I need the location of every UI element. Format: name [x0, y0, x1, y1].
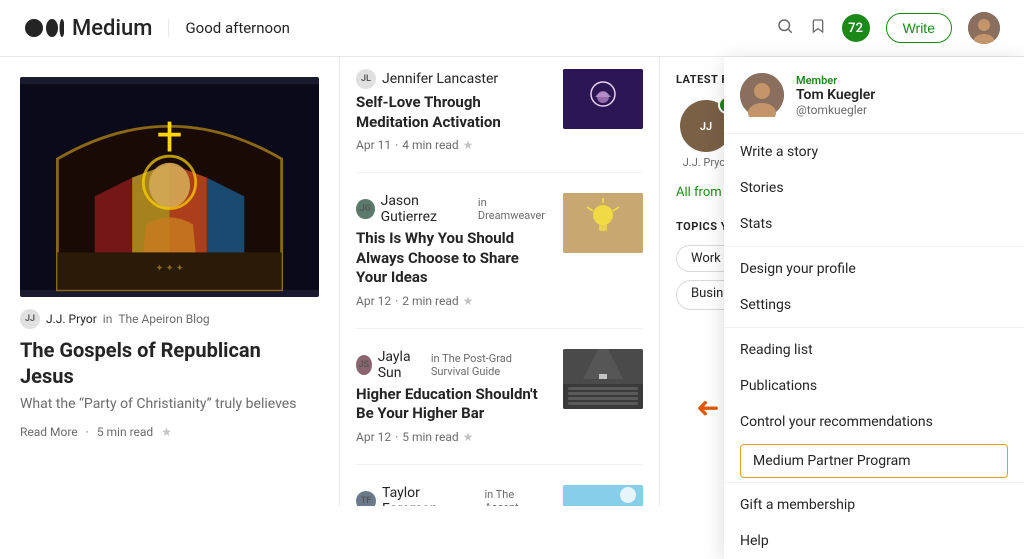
- article-date: Apr 12: [356, 430, 391, 444]
- article-item: TF Taylor Foreman in The Ascent You Don'…: [356, 485, 643, 507]
- articles-list: JL Jennifer Lancaster Self-Love Through …: [340, 57, 660, 506]
- bookmark-icon[interactable]: [810, 17, 826, 40]
- featured-read-time: 5 min read: [97, 425, 153, 439]
- featured-author-avatar: JJ: [20, 309, 40, 329]
- menu-item-medium-partner-program[interactable]: Medium Partner Program: [740, 444, 1008, 478]
- article-item: JG Jason Gutierrez in Dreamweaver This I…: [356, 193, 643, 329]
- article-thumbnail: [563, 485, 643, 507]
- header-right: 72 Write: [776, 12, 1000, 44]
- article-meta: Apr 12 · 5 min read ★: [356, 430, 551, 444]
- search-icon[interactable]: [776, 17, 794, 40]
- featured-meta: Read More · 5 min read ★: [20, 425, 319, 439]
- dropdown-avatar: [740, 73, 784, 117]
- dropdown-user-info: Member Tom Kuegler @tomkuegler: [796, 74, 875, 117]
- menu-item-reading-list[interactable]: Reading list: [724, 332, 1024, 368]
- article-thumbnail: [563, 193, 643, 253]
- write-button[interactable]: Write: [886, 13, 952, 43]
- menu-item-settings[interactable]: Settings: [724, 287, 1024, 323]
- menu-item-gift-membership[interactable]: Gift a membership: [724, 487, 1024, 523]
- header: Medium Good afternoon 72 Write: [0, 0, 1024, 57]
- menu-item-control-recommendations[interactable]: Control your recommendations: [724, 404, 1024, 440]
- dropdown-user-handle: @tomkuegler: [796, 103, 875, 117]
- menu-item-publications[interactable]: Publications: [724, 368, 1024, 404]
- medium-logo-icon: [24, 16, 64, 40]
- article-read-time: 2 min read: [402, 294, 458, 308]
- article-author[interactable]: Jennifer Lancaster: [382, 71, 498, 87]
- dropdown-user-name: Tom Kuegler: [796, 87, 875, 103]
- article-bookmark[interactable]: ★: [463, 430, 474, 444]
- article-author[interactable]: Jayla Sun: [378, 349, 425, 381]
- header-left: Medium Good afternoon: [24, 16, 290, 41]
- featured-author-pub: in: [103, 312, 113, 326]
- article-title[interactable]: This Is Why You Should Always Choose to …: [356, 229, 551, 288]
- article-author-avatar: JL: [356, 69, 376, 89]
- article-author-avatar: JG: [356, 199, 375, 219]
- article-info: JS Jayla Sun in The Post-Grad Survival G…: [356, 349, 551, 444]
- article-author[interactable]: Jason Gutierrez: [381, 193, 472, 225]
- article-bookmark[interactable]: ★: [463, 138, 474, 152]
- featured-author-name[interactable]: J.J. Pryor: [46, 312, 97, 326]
- dropdown-member-label: Member: [796, 74, 875, 87]
- logo[interactable]: Medium: [24, 16, 152, 41]
- menu-item-help[interactable]: Help: [724, 523, 1024, 559]
- user-avatar[interactable]: [968, 12, 1000, 44]
- article-author-avatar: JS: [356, 355, 372, 375]
- featured-image: ✦ ✦ ✦: [20, 77, 319, 297]
- article-meta: Apr 12 · 2 min read ★: [356, 294, 551, 308]
- article-meta: Apr 11 · 4 min read ★: [356, 138, 551, 152]
- article-info: JL Jennifer Lancaster Self-Love Through …: [356, 69, 551, 152]
- article-info: TF Taylor Foreman in The Ascent You Don'…: [356, 485, 551, 507]
- dropdown-header: Member Tom Kuegler @tomkuegler: [724, 57, 1024, 134]
- featured-author: JJ J.J. Pryor in The Apeiron Blog: [20, 309, 319, 329]
- user-dropdown-menu: Member Tom Kuegler @tomkuegler Write a s…: [724, 57, 1024, 559]
- featured-publication[interactable]: The Apeiron Blog: [118, 312, 209, 326]
- article-title[interactable]: Self-Love Through Meditation Activation: [356, 93, 551, 132]
- svg-text:✦ ✦ ✦: ✦ ✦ ✦: [155, 264, 183, 274]
- logo-text: Medium: [72, 16, 152, 41]
- featured-subtitle: What the “Party of Christianity” truly b…: [20, 395, 319, 415]
- article-author-line: JG Jason Gutierrez in Dreamweaver: [356, 193, 551, 225]
- article-author-line: JL Jennifer Lancaster: [356, 69, 551, 89]
- article-item: JS Jayla Sun in The Post-Grad Survival G…: [356, 349, 643, 465]
- article-item: JL Jennifer Lancaster Self-Love Through …: [356, 69, 643, 173]
- menu-item-stories[interactable]: Stories: [724, 170, 1024, 206]
- article-thumbnail: [563, 69, 643, 129]
- following-name: J.J. Pryor: [683, 156, 730, 169]
- dropdown-divider-2: [724, 327, 1024, 328]
- article-author[interactable]: Taylor Foreman: [382, 485, 479, 507]
- notification-badge[interactable]: 72: [842, 14, 870, 42]
- featured-read-more[interactable]: Read More: [20, 425, 78, 439]
- article-author-avatar: TF: [356, 491, 376, 507]
- menu-item-design-profile[interactable]: Design your profile: [724, 251, 1024, 287]
- article-read-time: 5 min read: [402, 430, 458, 444]
- article-title[interactable]: Higher Education Shouldn't Be Your Highe…: [356, 385, 551, 424]
- article-author-line: JS Jayla Sun in The Post-Grad Survival G…: [356, 349, 551, 381]
- article-bookmark[interactable]: ★: [463, 294, 474, 308]
- menu-item-write-story[interactable]: Write a story: [724, 134, 1024, 170]
- article-info: JG Jason Gutierrez in Dreamweaver This I…: [356, 193, 551, 308]
- featured-article: ✦ ✦ ✦ JJ J.J. Pryor in The Apeiron Blog …: [0, 57, 340, 506]
- article-thumbnail: [563, 349, 643, 409]
- article-date: Apr 12: [356, 294, 391, 308]
- article-author-line: TF Taylor Foreman in The Ascent: [356, 485, 551, 507]
- featured-bookmark-icon[interactable]: ★: [161, 425, 172, 439]
- dropdown-divider-3: [724, 482, 1024, 483]
- article-date: Apr 11: [356, 138, 391, 152]
- menu-item-stats[interactable]: Stats: [724, 206, 1024, 242]
- featured-title[interactable]: The Gospels of Republican Jesus: [20, 337, 319, 389]
- dropdown-divider: [724, 246, 1024, 247]
- header-greeting: Good afternoon: [168, 19, 290, 37]
- article-read-time: 4 min read: [402, 138, 458, 152]
